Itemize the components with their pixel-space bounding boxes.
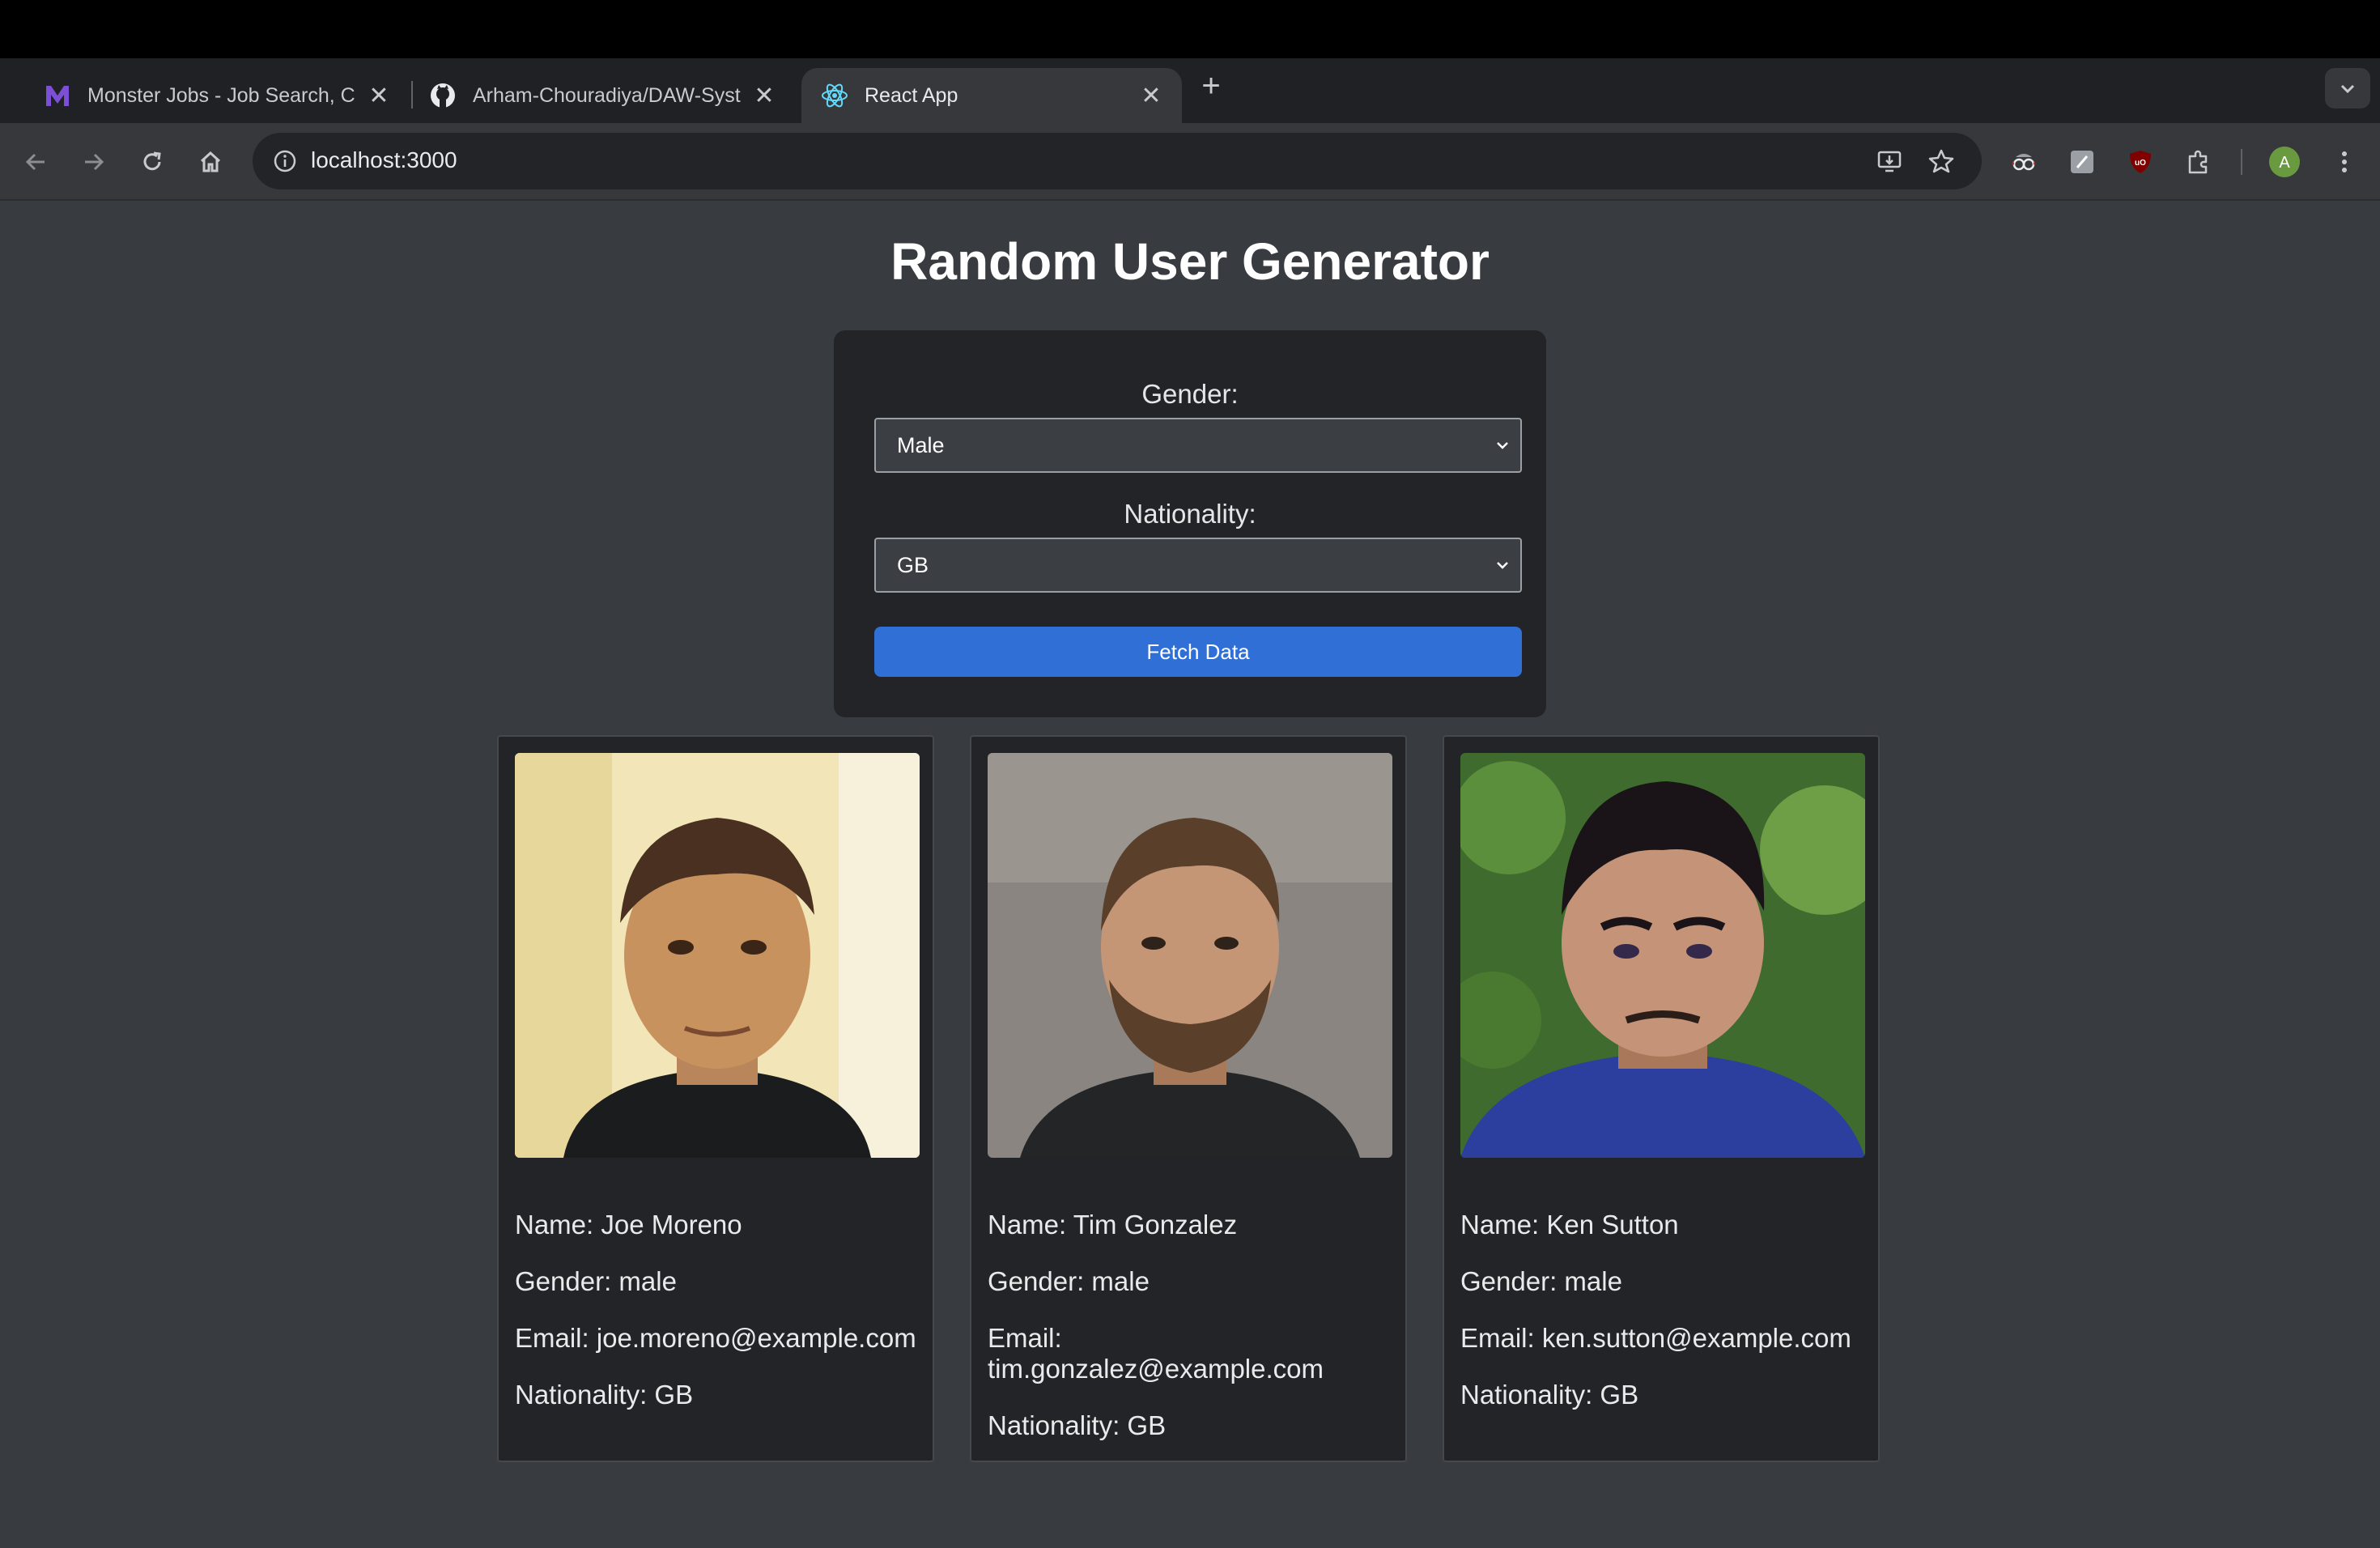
install-app-icon[interactable] (1873, 145, 1906, 177)
nationality-select[interactable]: GB (874, 538, 1522, 593)
user-gender: Gender: male (988, 1266, 1150, 1296)
tab-title: React App (865, 83, 958, 107)
nationality-label: Nationality: (1124, 499, 1256, 529)
tab-github[interactable]: Arham-Chouradiya/DAW-Syst ✕ (410, 68, 795, 123)
user-nationality: Nationality: GB (988, 1410, 1167, 1440)
url-text: localhost:3000 (311, 147, 457, 172)
tab-strip: Monster Jobs - Job Search, C ✕ Arham-Cho… (0, 58, 2380, 123)
user-photo (515, 753, 920, 1158)
tab-title: Monster Jobs - Job Search, C (87, 83, 355, 107)
monster-icon (44, 82, 71, 109)
svg-text:uO: uO (2135, 159, 2146, 168)
tab-monster-jobs[interactable]: Monster Jobs - Job Search, C ✕ (24, 68, 410, 123)
react-icon (821, 82, 848, 109)
user-nationality: Nationality: GB (515, 1380, 694, 1410)
nationality-select-value: GB (897, 552, 929, 577)
reload-icon[interactable] (133, 142, 172, 181)
spy-glasses-extension-icon[interactable] (2004, 142, 2043, 181)
forward-arrow-icon[interactable] (74, 142, 113, 181)
extensions-puzzle-icon[interactable] (2179, 142, 2218, 181)
user-name: Name: Ken Sutton (1460, 1210, 1679, 1240)
address-bar[interactable]: localhost:3000 (253, 133, 1982, 189)
bookmark-star-icon[interactable] (1925, 145, 1957, 177)
browser-toolbar: localhost:3000 uO A (0, 123, 2380, 201)
tab-search-chevron-icon[interactable] (2325, 68, 2370, 108)
home-icon[interactable] (191, 142, 230, 181)
profile-avatar[interactable]: A (2265, 142, 2304, 181)
chevron-down-icon (1497, 562, 1508, 569)
window-titlebar (0, 0, 2380, 58)
user-gender: Gender: male (515, 1266, 677, 1296)
toolbar-divider (2241, 149, 2242, 175)
close-tab-icon[interactable]: ✕ (363, 79, 395, 112)
fetch-data-button[interactable]: Fetch Data (874, 627, 1522, 677)
user-email-label: Email: (988, 1323, 1062, 1353)
tab-title: Arham-Chouradiya/DAW-Syst (473, 83, 741, 107)
user-gender: Gender: male (1460, 1266, 1622, 1296)
gender-select-value: Male (897, 432, 945, 457)
user-email-value: tim.gonzalez@example.com (988, 1354, 1324, 1384)
user-card: Name: Ken Sutton Gender: male Email: ken… (1443, 735, 1880, 1462)
page-title: Random User Generator (890, 232, 1490, 291)
user-email: Email: ken.sutton@example.com (1460, 1323, 1851, 1353)
profile-initial: A (2279, 154, 2290, 172)
user-name: Name: Tim Gonzalez (988, 1210, 1238, 1240)
tab-react-app[interactable]: React App ✕ (801, 68, 1182, 123)
close-tab-icon[interactable]: ✕ (748, 79, 780, 112)
site-info-icon[interactable] (269, 145, 301, 177)
user-card: Name: Tim Gonzalez Gender: male Email: t… (970, 735, 1407, 1462)
filter-form: Gender: Male Nationality: GB Fetch Data (834, 330, 1546, 717)
user-nationality: Nationality: GB (1460, 1380, 1639, 1410)
ublock-shield-icon[interactable]: uO (2121, 142, 2160, 181)
new-tab-icon[interactable]: + (1195, 68, 1227, 104)
back-arrow-icon[interactable] (16, 142, 55, 181)
close-tab-icon[interactable]: ✕ (1135, 79, 1167, 112)
notes-extension-icon[interactable] (2063, 142, 2102, 181)
user-photo (988, 753, 1392, 1158)
user-email: Email: joe.moreno@example.com (515, 1323, 916, 1353)
kebab-menu-icon[interactable] (2325, 142, 2364, 181)
chevron-down-icon (1497, 442, 1508, 449)
user-card: Name: Joe Moreno Gender: male Email: joe… (497, 735, 934, 1462)
user-name: Name: Joe Moreno (515, 1210, 742, 1240)
user-photo (1460, 753, 1865, 1158)
gender-label: Gender: (1141, 379, 1239, 409)
github-icon (429, 82, 457, 109)
gender-select[interactable]: Male (874, 418, 1522, 473)
